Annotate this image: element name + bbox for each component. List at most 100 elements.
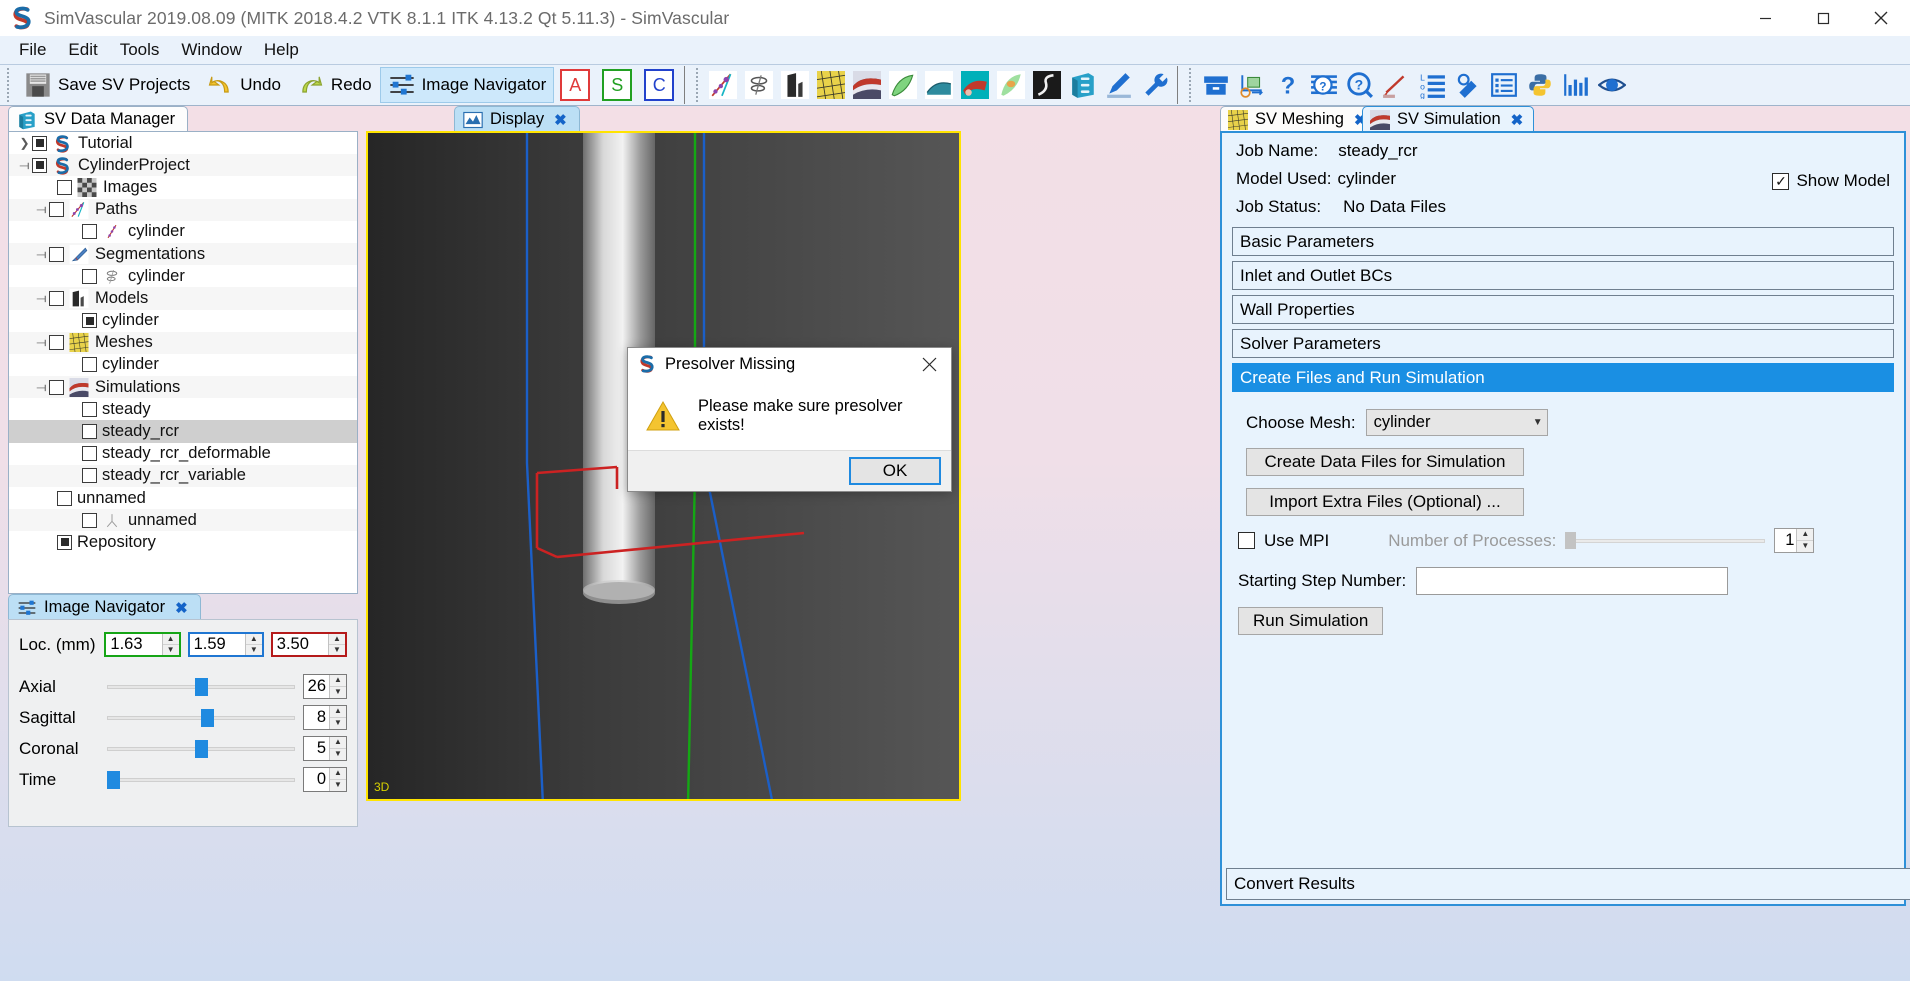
- stepper-down-icon[interactable]: ▼: [330, 779, 346, 791]
- stepper-down-icon[interactable]: ▼: [1797, 540, 1814, 552]
- menu-edit[interactable]: Edit: [57, 38, 108, 62]
- menu-help[interactable]: Help: [253, 38, 310, 62]
- import-extra-files-button[interactable]: Import Extra Files (Optional) ...: [1246, 488, 1524, 516]
- table-row[interactable]: Images: [9, 176, 357, 198]
- data-manager-button[interactable]: [1065, 67, 1101, 103]
- chevron-down-icon[interactable]: ⟞: [34, 332, 49, 354]
- tab-display[interactable]: Display ✖: [454, 106, 580, 132]
- section-convert-results[interactable]: Convert Results: [1226, 868, 1910, 900]
- slider-handle[interactable]: [1565, 531, 1577, 549]
- screenshot-button[interactable]: [1450, 67, 1486, 103]
- table-row[interactable]: cylinder: [9, 354, 357, 376]
- table-row[interactable]: ⟞ Models: [9, 287, 357, 310]
- stepper-up-icon[interactable]: ▲: [330, 675, 346, 687]
- simulation-button[interactable]: [849, 67, 885, 103]
- tab-sv-data-manager[interactable]: SV Data Manager: [8, 106, 189, 132]
- table-row[interactable]: steady: [9, 398, 357, 420]
- coronal-stepper[interactable]: ▲ ▼: [329, 737, 346, 760]
- table-row[interactable]: unnamed: [9, 509, 357, 532]
- tree-checkbox[interactable]: [82, 313, 97, 329]
- tab-image-navigator[interactable]: Image Navigator ✖: [8, 594, 201, 620]
- stepper-up-icon[interactable]: ▲: [328, 634, 345, 645]
- tree-checkbox[interactable]: [82, 357, 97, 373]
- stepper-down-icon[interactable]: ▼: [330, 717, 346, 729]
- chevron-down-icon[interactable]: ⟞: [34, 243, 49, 265]
- tree-checkbox[interactable]: [49, 290, 64, 306]
- question-mark-button[interactable]: ?: [1270, 67, 1306, 103]
- undo-button[interactable]: Undo: [198, 67, 289, 103]
- table-row[interactable]: Repository: [9, 531, 357, 553]
- table-row[interactable]: cylinder: [9, 221, 357, 243]
- tree-checkbox[interactable]: [32, 157, 47, 173]
- tree-checkbox[interactable]: [49, 202, 64, 218]
- starting-step-input[interactable]: [1416, 567, 1729, 595]
- stepper-down-icon[interactable]: ▼: [162, 644, 179, 655]
- section-create-files-run-simulation[interactable]: Create Files and Run Simulation: [1232, 363, 1894, 392]
- visibility-eye-button[interactable]: [1594, 67, 1630, 103]
- chevron-right-icon[interactable]: ❯: [17, 132, 32, 154]
- slider-handle[interactable]: [195, 677, 209, 696]
- table-row[interactable]: ⟞ Segmentations: [9, 242, 357, 266]
- tree-checkbox[interactable]: [82, 424, 97, 440]
- python-console-button[interactable]: [1522, 67, 1558, 103]
- axial-plane-button[interactable]: A: [560, 69, 591, 101]
- menu-window[interactable]: Window: [170, 38, 252, 62]
- tree-checkbox[interactable]: [82, 446, 97, 462]
- measurement-button[interactable]: [1234, 67, 1270, 103]
- chevron-down-icon[interactable]: ▼: [1533, 417, 1543, 428]
- chevron-down-icon[interactable]: ⟞: [34, 199, 49, 221]
- tree-checkbox[interactable]: [82, 401, 97, 417]
- svfsi-button[interactable]: [921, 67, 957, 103]
- tree-checkbox[interactable]: [49, 379, 64, 395]
- close-icon[interactable]: [1852, 0, 1910, 36]
- tree-checkbox[interactable]: [57, 534, 72, 550]
- axial-stepper[interactable]: ▲ ▼: [329, 675, 346, 698]
- table-row[interactable]: steady_rcr_deformable: [9, 443, 357, 465]
- chevron-down-icon[interactable]: ⟞: [17, 154, 32, 176]
- ok-button[interactable]: OK: [849, 457, 941, 485]
- tree-checkbox[interactable]: [82, 468, 97, 484]
- image-navigator-button[interactable]: Image Navigator: [379, 67, 555, 103]
- table-row[interactable]: cylinder: [9, 265, 357, 287]
- table-row[interactable]: ⟞ CylinderProject: [9, 154, 357, 177]
- sagittal-plane-button[interactable]: S: [602, 69, 633, 101]
- loc-sagittal-spinbox[interactable]: 1.59 ▲ ▼: [187, 632, 264, 657]
- table-row[interactable]: ❯ Tutorial: [9, 132, 357, 154]
- tree-checkbox[interactable]: [49, 335, 64, 351]
- time-stepper[interactable]: ▲ ▼: [329, 768, 346, 791]
- annotation-button[interactable]: [1378, 67, 1414, 103]
- toolbar-grip[interactable]: [4, 68, 13, 102]
- stepper-up-icon[interactable]: ▲: [330, 737, 346, 749]
- table-row[interactable]: cylinder: [9, 310, 357, 332]
- model-color-button[interactable]: [993, 67, 1029, 103]
- run-simulation-button[interactable]: Run Simulation: [1238, 607, 1384, 635]
- tree-checkbox[interactable]: [82, 268, 97, 284]
- maximize-icon[interactable]: [1794, 0, 1852, 36]
- save-sv-projects-button[interactable]: Save SV Projects: [16, 67, 198, 103]
- time-slider[interactable]: [107, 769, 295, 791]
- toolbar-grip-2[interactable]: [693, 68, 703, 102]
- section-solver-parameters[interactable]: Solver Parameters: [1232, 329, 1894, 358]
- choose-mesh-select[interactable]: cylinder ▼: [1365, 409, 1548, 436]
- stepper-down-icon[interactable]: ▼: [330, 686, 346, 698]
- image-processing-button[interactable]: [1029, 67, 1065, 103]
- stepper-up-icon[interactable]: ▲: [162, 634, 179, 645]
- use-mpi-checkbox[interactable]: [1238, 532, 1255, 549]
- chevron-down-icon[interactable]: ⟞: [34, 376, 49, 398]
- time-spinbox[interactable]: 0 ▲ ▼: [303, 767, 347, 792]
- number-of-processes-spinbox[interactable]: 1 ▲ ▼: [1774, 528, 1815, 553]
- show-model-checkbox-row[interactable]: ✓ Show Model: [1772, 171, 1890, 191]
- slider-handle[interactable]: [107, 770, 120, 789]
- stepper-up-icon[interactable]: ▲: [245, 634, 262, 645]
- chevron-down-icon[interactable]: ⟞: [34, 287, 49, 309]
- modeling-button[interactable]: [777, 67, 813, 103]
- coronal-plane-button[interactable]: C: [644, 69, 675, 101]
- data-tree[interactable]: ❯ Tutorial ⟞ CylinderProject Images ⟞ Pa…: [8, 131, 358, 594]
- table-row[interactable]: unnamed: [9, 487, 357, 509]
- create-data-files-button[interactable]: Create Data Files for Simulation: [1246, 448, 1524, 476]
- tree-checkbox[interactable]: [57, 179, 72, 195]
- context-help-button[interactable]: ?: [1306, 67, 1342, 103]
- table-row[interactable]: ⟞ Simulations: [9, 376, 357, 399]
- stepper-down-icon[interactable]: ▼: [245, 644, 262, 655]
- slider-handle[interactable]: [195, 739, 209, 758]
